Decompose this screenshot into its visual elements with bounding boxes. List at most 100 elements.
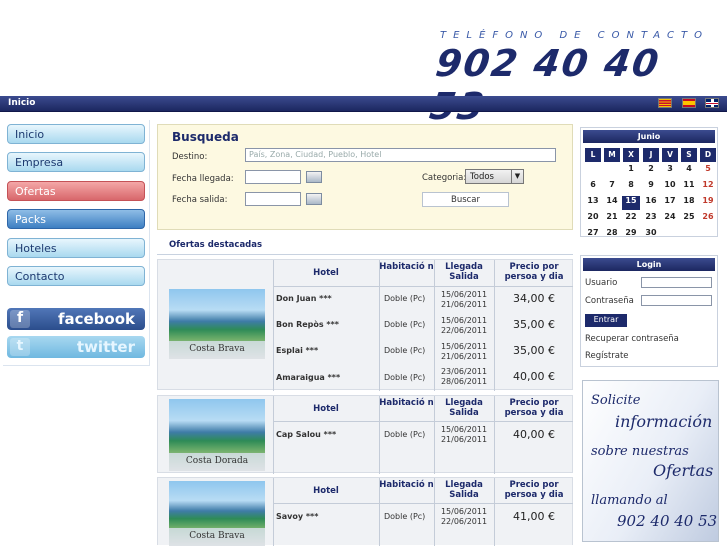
spanish-flag-icon[interactable] [682,98,696,108]
calendar-day[interactable]: 6 [584,180,602,194]
catalan-flag-icon[interactable] [658,98,672,108]
calendar-day[interactable]: 16 [642,196,660,210]
calendar-day-header: M [604,148,620,162]
english-flag-icon[interactable] [705,98,719,108]
calendar-day[interactable]: 25 [680,212,698,226]
col-hotel: Hotel [313,486,339,496]
salida-input[interactable] [245,192,301,206]
calendar-day[interactable]: 1 [622,164,640,178]
room-type: Doble (Pc) [384,294,426,303]
calendar-day[interactable]: 21 [603,212,621,226]
calendar-icon[interactable] [306,171,322,183]
room-type: Doble (Pc) [384,512,426,521]
topbar-home-link[interactable]: Inicio [8,98,35,108]
llegada-input[interactable] [245,170,301,184]
login-button[interactable]: Entrar [585,314,627,327]
facebook-label: facebook [57,310,135,328]
calendar-day[interactable]: 29 [622,228,640,242]
calendar-month: Junio [583,130,715,143]
nav-inicio[interactable]: Inicio [7,124,145,144]
calendar-day-header: V [662,148,678,162]
calendar-day[interactable]: 26 [699,212,717,226]
search-title: Busqueda [172,130,239,144]
depart-date: 22/06/2011 [440,517,488,526]
divider [273,503,573,504]
calendar-day[interactable]: 23 [642,212,660,226]
top-bar: Inicio [0,96,727,112]
destino-label: Destino: [172,152,208,162]
nav-empresa[interactable]: Empresa [7,152,145,172]
offer-block: Costa Brava Hotel Habitació n Llegada Sa… [157,477,573,546]
promo-banner[interactable]: Solicite información sobre nuestras Ofer… [582,380,719,542]
price: 40,00 € [513,370,555,383]
calendar-day[interactable]: 12 [699,180,717,194]
destino-input[interactable]: País, Zona, Ciudad, Pueblo, Hotel [245,148,556,162]
destination-photo[interactable]: Costa Brava [169,481,265,546]
calendar-day[interactable]: 13 [584,196,602,210]
nav-hoteles[interactable]: Hoteles [7,238,145,258]
calendar-day[interactable]: 10 [661,180,679,194]
calendar-day[interactable]: 15 [622,196,640,210]
facebook-button[interactable]: f facebook [7,308,145,330]
recover-password-link[interactable]: Recuperar contraseña [585,334,679,344]
salida-label: Fecha salida: [172,195,228,205]
promo-line: 902 40 40 53 [617,512,718,530]
room-type: Doble (Pc) [384,346,426,355]
calendar: Junio L M X J V S D 1 2 3 4 5 6 7 8 9 10 11 12 13 14 15 16 17 18… [580,127,718,237]
twitter-button[interactable]: t twitter [7,336,145,358]
calendar-day[interactable]: 18 [680,196,698,210]
calendar-day[interactable]: 20 [584,212,602,226]
room-type: Doble (Pc) [384,430,426,439]
user-input[interactable] [641,277,712,288]
calendar-day[interactable]: 5 [699,164,717,178]
destination-photo[interactable]: Costa Brava [169,289,265,359]
calendar-day[interactable]: 30 [642,228,660,242]
arrive-date: 23/06/2011 [440,367,488,376]
promo-line: llamando al [591,493,668,508]
hotel-name[interactable]: Cap Salou *** [276,430,336,439]
calendar-day[interactable]: 7 [603,180,621,194]
facebook-icon: f [10,310,30,328]
register-link[interactable]: Regístrate [585,351,629,361]
password-label: Contraseña [585,296,634,306]
hotel-name[interactable]: Bon Repòs *** [276,320,339,329]
categoria-select[interactable]: Todos ▼ [465,169,524,184]
hotel-name[interactable]: Esplai *** [276,346,318,355]
nav-packs[interactable]: Packs [7,209,145,229]
calendar-day[interactable]: 9 [642,180,660,194]
nav-contacto[interactable]: Contacto [7,266,145,286]
region-caption: Costa Brava [169,528,265,546]
nav-ofertas[interactable]: Ofertas [7,181,145,201]
col-habitacion: Habitació n [379,398,434,408]
divider [273,260,274,391]
arrive-date: 15/06/2011 [440,290,488,299]
calendar-day[interactable]: 27 [584,228,602,242]
calendar-day[interactable]: 28 [603,228,621,242]
search-button[interactable]: Buscar [422,192,509,207]
hotel-name[interactable]: Amaraigua *** [276,373,340,382]
divider [379,260,380,391]
calendar-icon[interactable] [306,193,322,205]
calendar-day-header: X [623,148,639,162]
calendar-day[interactable]: 4 [680,164,698,178]
price: 40,00 € [513,428,555,441]
col-habitacion: Habitació n [379,262,434,272]
calendar-day[interactable]: 24 [661,212,679,226]
price: 35,00 € [513,344,555,357]
calendar-day[interactable]: 11 [680,180,698,194]
destination-photo[interactable]: Costa Dorada [169,399,265,471]
calendar-day[interactable]: 3 [661,164,679,178]
calendar-day[interactable]: 14 [603,196,621,210]
password-input[interactable] [641,295,712,306]
user-label: Usuario [585,278,618,288]
calendar-day[interactable]: 17 [661,196,679,210]
hotel-name[interactable]: Savoy *** [276,512,318,521]
calendar-day[interactable]: 8 [622,180,640,194]
hotel-name[interactable]: Don Juan *** [276,294,332,303]
calendar-day[interactable]: 19 [699,196,717,210]
col-hotel: Hotel [313,268,339,278]
depart-date: 28/06/2011 [440,377,488,386]
calendar-day[interactable]: 2 [642,164,660,178]
room-type: Doble (Pc) [384,373,426,382]
calendar-day[interactable]: 22 [622,212,640,226]
